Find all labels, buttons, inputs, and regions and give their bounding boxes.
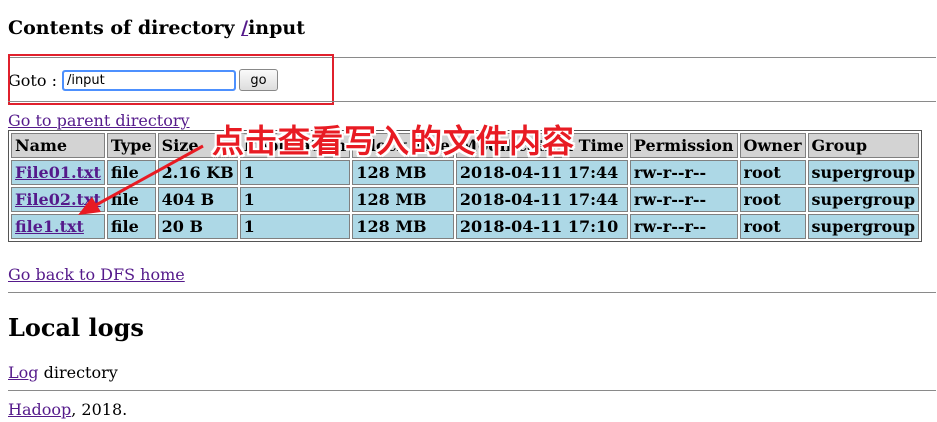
modification-time-cell: 2018-04-11 17:44 — [455, 160, 628, 185]
permission-cell: rw-r--r-- — [629, 214, 738, 239]
dfs-home-link[interactable]: Go back to DFS home — [8, 265, 185, 284]
owner-cell: root — [739, 214, 806, 239]
divider — [8, 390, 936, 391]
parent-directory-link[interactable]: Go to parent directory — [8, 111, 190, 130]
modification-time-cell: 2018-04-11 17:44 — [455, 187, 628, 212]
replication-cell: 1 — [239, 214, 351, 239]
annotation-label: 点击查看写入的文件内容 — [212, 122, 576, 160]
file-name-cell: file1.txt — [11, 214, 105, 239]
file-name-cell: File01.txt — [11, 160, 105, 185]
column-header: Owner — [739, 133, 806, 158]
group-cell: supergroup — [807, 214, 920, 239]
size-cell: 20 B — [157, 214, 238, 239]
table-row: File02.txt file 404 B 1 128 MB 2018-04-1… — [11, 187, 920, 212]
size-cell: 2.16 KB — [157, 160, 238, 185]
log-link[interactable]: Log — [8, 363, 39, 382]
block-size-cell: 128 MB — [352, 160, 454, 185]
footer: Hadoop, 2018. — [8, 400, 127, 419]
log-suffix: directory — [38, 363, 118, 382]
block-size-cell: 128 MB — [352, 214, 454, 239]
block-size-cell: 128 MB — [352, 187, 454, 212]
type-cell: file — [106, 214, 156, 239]
hadoop-link[interactable]: Hadoop — [8, 400, 71, 419]
table-row: file1.txt file 20 B 1 128 MB 2018-04-11 … — [11, 214, 920, 239]
type-cell: file — [106, 160, 156, 185]
file-name-cell: File02.txt — [11, 187, 105, 212]
size-cell: 404 B — [157, 187, 238, 212]
owner-cell: root — [739, 187, 806, 212]
divider — [8, 292, 936, 293]
permission-cell: rw-r--r-- — [629, 160, 738, 185]
type-cell: file — [106, 187, 156, 212]
goto-highlight-box — [8, 54, 334, 105]
file-link[interactable]: File01.txt — [15, 163, 101, 182]
replication-cell: 1 — [239, 187, 351, 212]
modification-time-cell: 2018-04-11 17:10 — [455, 214, 628, 239]
table-row: File01.txt file 2.16 KB 1 128 MB 2018-04… — [11, 160, 920, 185]
replication-cell: 1 — [239, 160, 351, 185]
column-header: Permission — [629, 133, 738, 158]
log-directory-line: Log directory — [8, 363, 118, 382]
title-prefix: Contents of directory — [8, 17, 242, 39]
permission-cell: rw-r--r-- — [629, 187, 738, 212]
owner-cell: root — [739, 160, 806, 185]
page-title: Contents of directory /input — [8, 16, 305, 40]
group-cell: supergroup — [807, 187, 920, 212]
group-cell: supergroup — [807, 160, 920, 185]
local-logs-heading: Local logs — [8, 313, 144, 342]
divider — [8, 101, 936, 102]
file-link[interactable]: file1.txt — [15, 217, 84, 236]
column-header: Name — [11, 133, 105, 158]
file-link[interactable]: File02.txt — [15, 190, 101, 209]
column-header: Type — [106, 133, 156, 158]
title-dir: input — [248, 17, 305, 39]
column-header: Group — [807, 133, 920, 158]
footer-suffix: , 2018. — [71, 400, 128, 419]
